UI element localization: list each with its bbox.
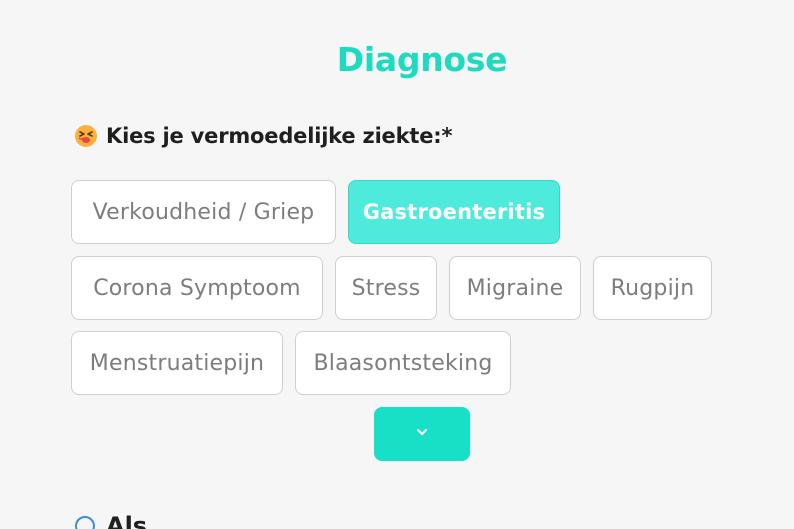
option-gastroenteritis[interactable]: Gastroenteritis [348, 180, 560, 244]
option-corona-symptoom[interactable]: Corona Symptoom [71, 256, 323, 320]
page-title: Diagnose [336, 40, 508, 79]
show-more-button[interactable] [374, 407, 470, 461]
info-icon [74, 515, 96, 529]
option-rugpijn[interactable]: Rugpijn [593, 256, 712, 320]
option-migraine[interactable]: Migraine [449, 256, 581, 320]
next-question-heading: Als [74, 512, 147, 529]
option-stress[interactable]: Stress [335, 256, 437, 320]
sick-face-emoji-icon [74, 124, 98, 148]
option-menstruatiepijn[interactable]: Menstruatiepijn [71, 331, 283, 395]
option-verkoudheid-griep[interactable]: Verkoudheid / Griep [71, 180, 336, 244]
next-question-label: Als [106, 512, 148, 529]
chevron-down-icon [414, 424, 430, 444]
question-label: Kies je vermoedelijke ziekte:* [106, 124, 453, 148]
diagnosis-page: Diagnose Kies je vermoedelijke ziekte:* … [0, 0, 794, 529]
option-blaasontsteking[interactable]: Blaasontsteking [295, 331, 511, 395]
question-heading: Kies je vermoedelijke ziekte:* [74, 124, 452, 148]
